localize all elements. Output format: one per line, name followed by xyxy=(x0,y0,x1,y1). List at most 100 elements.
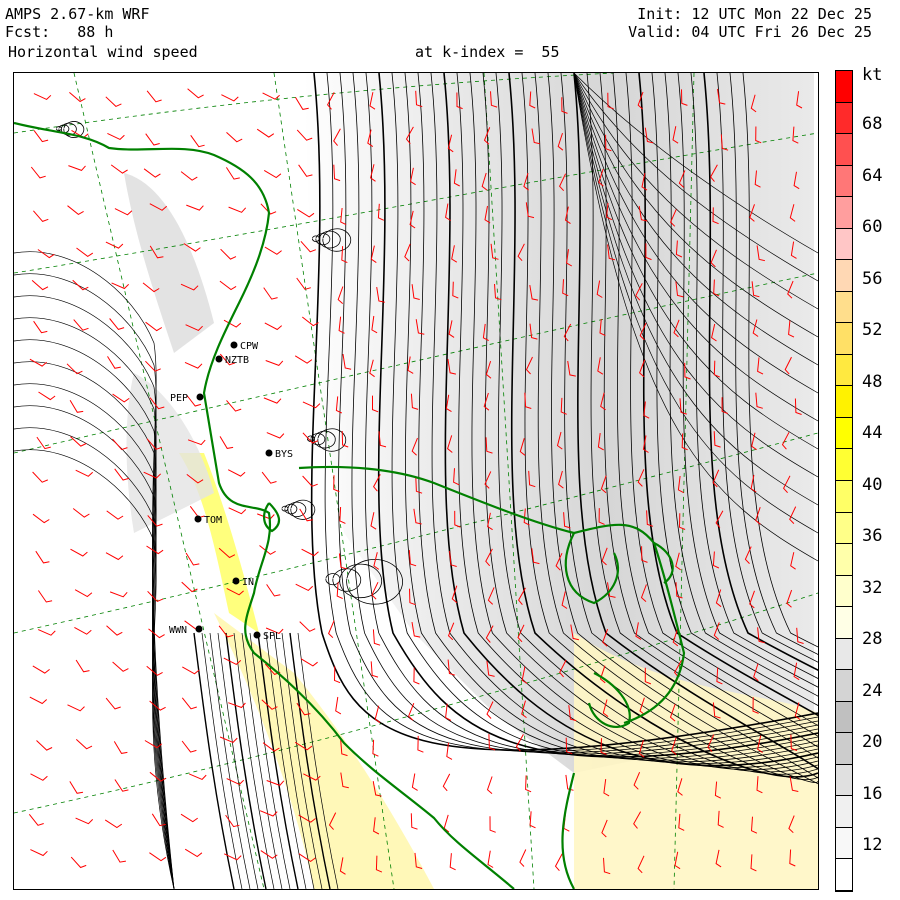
colorbar xyxy=(835,70,853,892)
colorbar-tick-label: 52 xyxy=(862,320,883,340)
station-label: TOM xyxy=(204,515,222,526)
station-dot[interactable] xyxy=(194,515,202,523)
wind-barb xyxy=(35,550,50,564)
level-index: at k-index = 55 xyxy=(415,43,560,61)
model-title: AMPS 2.67-km WRF xyxy=(5,5,150,23)
colorbar-segment xyxy=(836,827,852,860)
wind-barb xyxy=(181,581,198,593)
wind-barb xyxy=(486,776,493,794)
wind-barb xyxy=(489,816,496,833)
colorbar-segment xyxy=(836,733,852,765)
wind-map: CPW NZTB PEP BYS TOM IN WWN SPL xyxy=(14,73,818,889)
wind-barb xyxy=(74,626,92,635)
wind-barb xyxy=(31,280,49,291)
wind-barb xyxy=(113,741,128,754)
colorbar-segment xyxy=(836,291,852,324)
wind-barb xyxy=(226,778,245,785)
wind-barb xyxy=(263,287,278,300)
field-name: Horizontal wind speed xyxy=(8,43,198,61)
wind-barb xyxy=(442,773,451,792)
colorbar-tick-label: 48 xyxy=(862,371,883,392)
wind-barb xyxy=(335,696,342,715)
wind-barb xyxy=(37,249,55,259)
wind-barb xyxy=(105,697,121,710)
wind-barb xyxy=(66,363,83,375)
colorbar-segment xyxy=(836,670,852,702)
wind-barb xyxy=(32,513,50,524)
wind-barb xyxy=(328,620,335,639)
wind-barb xyxy=(372,739,379,757)
colorbar-segment xyxy=(836,354,852,387)
valid-time: Valid: 04 UTC Fri 26 Dec 25 xyxy=(628,23,872,41)
wind-barb xyxy=(256,128,275,138)
colorbar-segment xyxy=(836,449,852,481)
wind-barb xyxy=(228,206,247,213)
wind-barb xyxy=(32,665,50,674)
wind-barb xyxy=(219,280,237,291)
wind-barb xyxy=(145,133,160,146)
wind-barb xyxy=(30,849,48,857)
wind-barb xyxy=(112,661,129,672)
wind-barb xyxy=(185,552,200,566)
colorbar-segment xyxy=(836,796,852,828)
wind-barb xyxy=(372,629,381,646)
wind-barb xyxy=(300,658,318,667)
colorbar-tick-label: 68 xyxy=(862,114,883,134)
wind-barb xyxy=(294,355,313,364)
wind-barb xyxy=(72,508,90,518)
station-dot[interactable] xyxy=(230,341,238,349)
wind-barb xyxy=(29,696,48,705)
wind-barb xyxy=(187,88,204,99)
wind-barb xyxy=(69,92,86,103)
wind-barb xyxy=(186,204,204,211)
colorbar-segment xyxy=(836,134,852,166)
wind-barb xyxy=(75,469,94,477)
colorbar-tick-label: 36 xyxy=(862,526,883,546)
wind-barb xyxy=(112,849,126,863)
wind-barb xyxy=(190,135,205,148)
station-dot[interactable] xyxy=(196,393,204,401)
wind-barb xyxy=(33,210,49,222)
wind-barb xyxy=(67,704,85,712)
wind-barb xyxy=(370,661,379,678)
station-dot[interactable] xyxy=(215,355,223,363)
wind-barb xyxy=(37,590,53,603)
map-panel[interactable]: CPW NZTB PEP BYS TOM IN WWN SPL xyxy=(13,72,819,890)
colorbar-segment xyxy=(836,386,852,418)
wind-barb xyxy=(259,810,278,817)
wind-barb xyxy=(519,849,527,867)
station-dot[interactable] xyxy=(195,625,203,633)
colorbar-unit: kt xyxy=(862,65,883,85)
wind-barb xyxy=(225,167,240,180)
colorbar-tick-label: 44 xyxy=(862,423,883,443)
wind-barb xyxy=(228,507,247,515)
colorbar-tick-label: 16 xyxy=(862,783,883,804)
wind-barb xyxy=(110,164,128,174)
colorbar-segment xyxy=(836,575,852,608)
colorbar-tick-label: 12 xyxy=(862,835,883,855)
wind-barb xyxy=(106,625,123,636)
wind-barb xyxy=(257,513,275,520)
wind-barb xyxy=(109,591,128,598)
wind-barb xyxy=(263,169,282,179)
wind-barb xyxy=(529,811,536,829)
wind-barb xyxy=(302,475,318,487)
station-dot[interactable] xyxy=(253,631,261,639)
wind-barb xyxy=(69,781,84,794)
wind-barb xyxy=(266,432,285,439)
wind-barb xyxy=(487,850,494,868)
colorbar-tick-label: 60 xyxy=(862,217,883,237)
wind-barb xyxy=(219,436,234,449)
streamline xyxy=(14,339,175,889)
station-dot[interactable] xyxy=(232,577,240,585)
wind-barb xyxy=(70,856,87,869)
colorbar-segment xyxy=(836,481,852,513)
colorbar-tick-label: 32 xyxy=(862,577,883,598)
colorbar-tick-label: 56 xyxy=(862,268,883,289)
wind-barb xyxy=(266,780,285,786)
wind-barb xyxy=(220,248,237,260)
station-dot[interactable] xyxy=(265,449,273,457)
wind-barb xyxy=(36,740,53,751)
wind-barb xyxy=(105,552,124,561)
wind-barb xyxy=(28,813,44,826)
